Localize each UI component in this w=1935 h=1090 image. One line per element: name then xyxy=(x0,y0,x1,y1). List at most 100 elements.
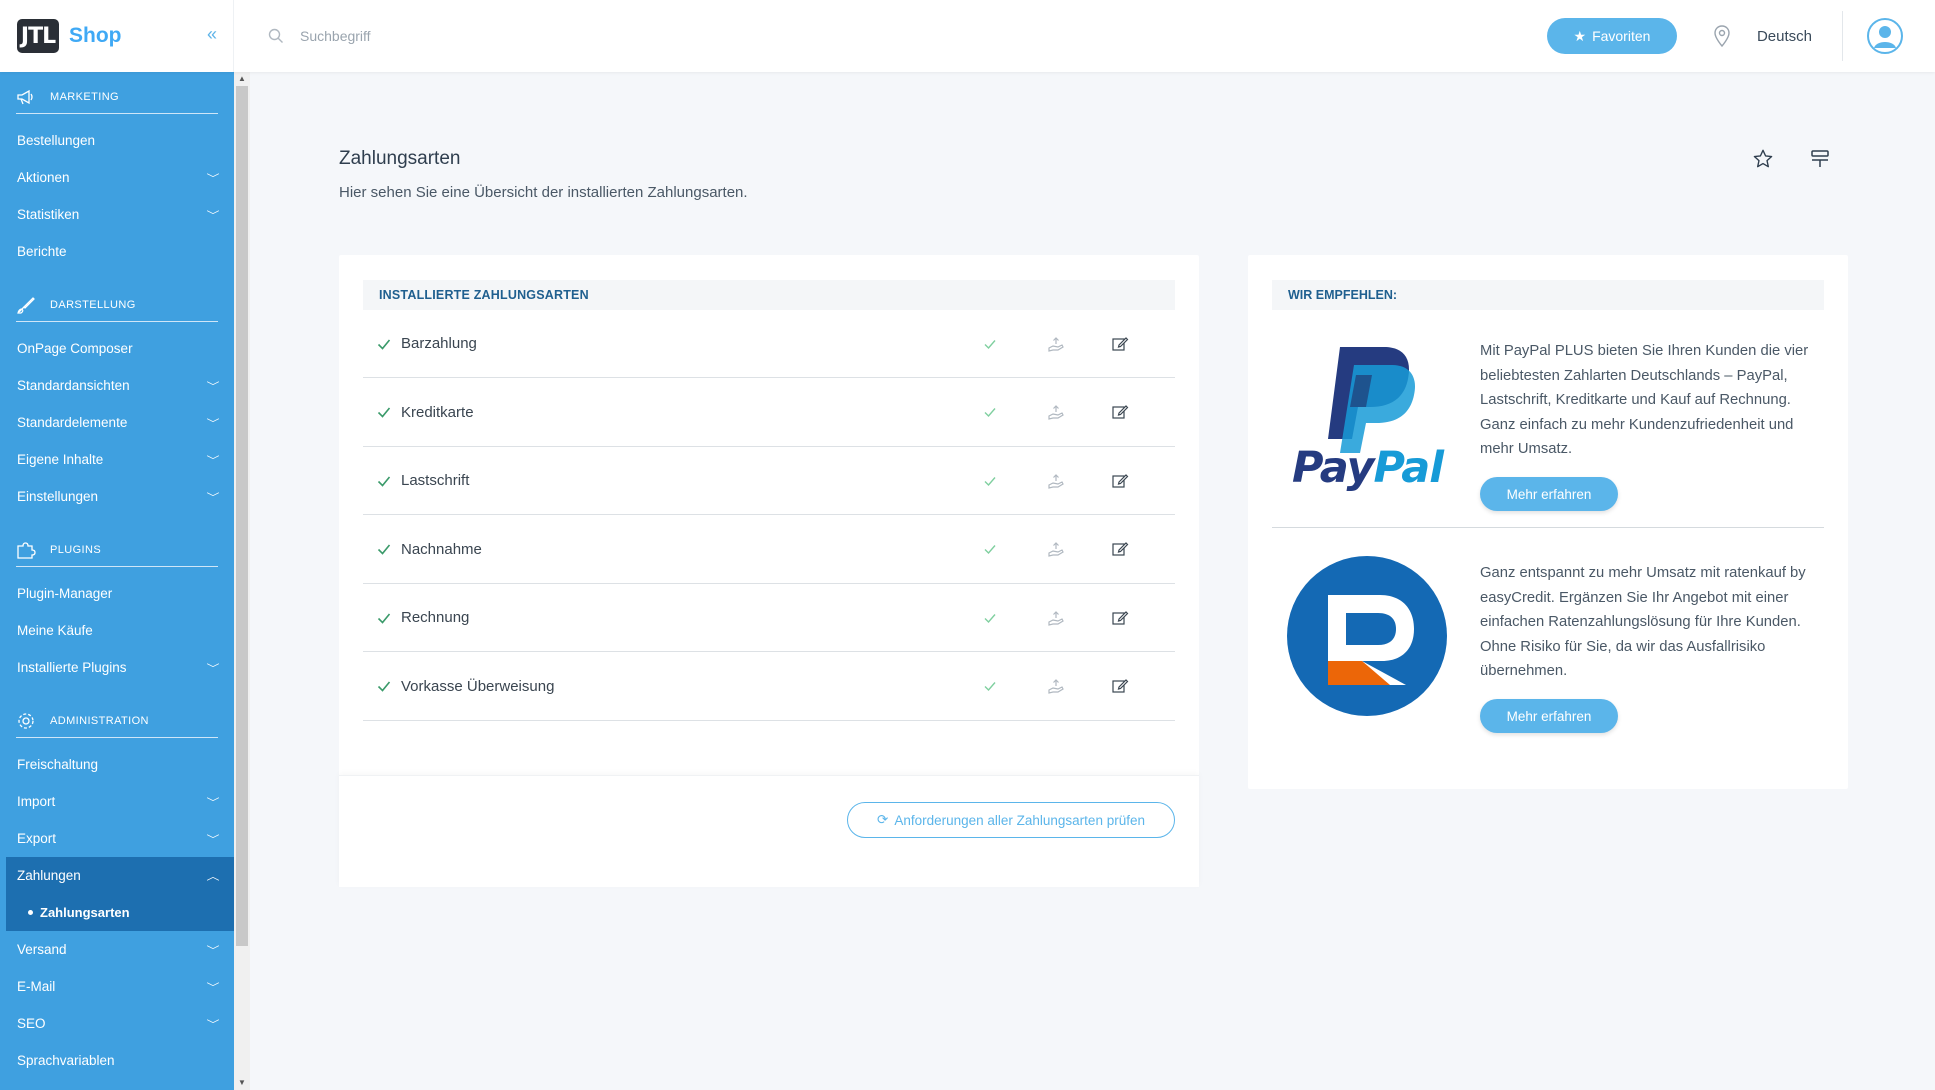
favorites-button[interactable]: ★ Favoriten xyxy=(1546,18,1677,54)
sidebar-section-title: MARKETING xyxy=(50,90,119,103)
edit-icon[interactable] xyxy=(1111,540,1129,558)
sidebar-item-eigene-inhalte[interactable]: Eigene Inhalte ﹀ xyxy=(0,441,234,478)
sidebar-item-standardelemente[interactable]: Standardelemente ﹀ xyxy=(0,404,234,441)
jtl-logo[interactable]: JTL xyxy=(17,19,59,53)
installed-check-icon xyxy=(377,338,391,350)
edit-icon[interactable] xyxy=(1111,472,1129,490)
chevron-down-icon: ﹀ xyxy=(206,419,220,430)
sidebar-item-aktionen[interactable]: Aktionen ﹀ xyxy=(0,159,234,196)
chevron-up-icon: ︿ xyxy=(206,872,220,883)
sidebar-item-label: Standardelemente xyxy=(17,415,128,430)
sidebar-item-plugin-manager[interactable]: Plugin-Manager xyxy=(0,575,234,612)
payment-method-row: Kreditkarte xyxy=(363,379,1175,447)
sidebar-item-import[interactable]: Import ﹀ xyxy=(0,783,234,820)
list-settings-icon[interactable] xyxy=(1810,148,1830,170)
megaphone-icon xyxy=(17,89,33,104)
collapse-sidebar-button[interactable]: « xyxy=(207,24,217,45)
sidebar-item-label: Freischaltung xyxy=(17,757,99,772)
edit-icon[interactable] xyxy=(1111,403,1129,421)
sidebar-item-export[interactable]: Export ﹀ xyxy=(0,820,234,857)
top-bar: JTL Shop « ★ Favoriten Deutsch xyxy=(0,0,1935,72)
chevron-down-icon: ﹀ xyxy=(206,456,220,467)
chevron-down-icon: ﹀ xyxy=(206,174,220,185)
brand: JTL Shop « xyxy=(0,0,234,72)
payment-method-name: Rechnung xyxy=(401,609,470,626)
sidebar-item-meine-käufe[interactable]: Meine Käufe xyxy=(0,612,234,649)
sidebar-item-label: Aktionen xyxy=(17,170,70,185)
search-icon xyxy=(268,28,283,43)
sidebar-item-label: Bestellungen xyxy=(17,133,96,148)
installed-payments-card: INSTALLIERTE ZAHLUNGSARTEN Barzahlung Kre… xyxy=(339,255,1199,887)
payment-method-row: Barzahlung xyxy=(363,310,1175,378)
sidebar-item-label: Zahlungen xyxy=(17,868,81,883)
scroll-up-arrow[interactable]: ▲ xyxy=(234,72,250,86)
location-pin-icon[interactable] xyxy=(1713,25,1731,47)
sidebar-item-sprachvariablen[interactable]: Sprachvariablen xyxy=(0,1042,234,1079)
page-description: Hier sehen Sie eine Übersicht der instal… xyxy=(339,184,748,201)
hand-money-icon[interactable] xyxy=(1047,335,1065,353)
sidebar-item-installierte-plugins[interactable]: Installierte Plugins ﹀ xyxy=(0,649,234,686)
card-footer: ⟳ Anforderungen aller Zahlungsarten prüf… xyxy=(339,775,1199,887)
easycredit-description: Ganz entspannt zu mehr Umsatz mit ratenk… xyxy=(1480,565,1806,679)
sidebar-item-label: Meine Käufe xyxy=(17,623,93,638)
installed-check-icon xyxy=(377,544,391,555)
hand-money-icon[interactable] xyxy=(1047,540,1065,558)
search-input[interactable] xyxy=(300,28,700,44)
sidebar-item-berichte[interactable]: Berichte xyxy=(0,233,234,270)
sidebar-item-standardansichten[interactable]: Standardansichten ﹀ xyxy=(0,367,234,404)
search-bar xyxy=(268,28,1547,44)
hand-money-icon[interactable] xyxy=(1047,677,1065,695)
paypal-word-part-pal: Pal xyxy=(1373,443,1445,493)
payment-method-name: Kreditkarte xyxy=(401,403,474,421)
sidebar-item-versand[interactable]: Versand ﹀ xyxy=(0,931,234,968)
sidebar-scrollbar[interactable]: ▲ ▼ xyxy=(234,72,250,1090)
sidebar-item-label: E-Mail xyxy=(17,979,56,994)
payment-method-row: Nachnahme xyxy=(363,516,1175,584)
hand-money-icon[interactable] xyxy=(1047,403,1065,421)
language-selector[interactable]: Deutsch xyxy=(1757,28,1812,45)
add-favorite-star-icon[interactable] xyxy=(1752,148,1774,170)
gear-icon xyxy=(18,712,34,729)
installed-check-icon xyxy=(377,407,391,418)
sidebar-section-title: DARSTELLUNG xyxy=(50,298,136,311)
payment-method-name: Vorkasse Überweisung xyxy=(401,677,555,695)
sidebar-item-einstellungen[interactable]: Einstellungen ﹀ xyxy=(0,478,234,515)
chevron-down-icon: ﹀ xyxy=(206,946,220,957)
edit-icon[interactable] xyxy=(1111,335,1129,353)
scroll-thumb[interactable] xyxy=(236,86,248,946)
sidebar-subitem-zahlungsarten[interactable]: Zahlungsarten xyxy=(6,894,234,931)
puzzle-icon xyxy=(17,541,36,559)
scroll-down-arrow[interactable]: ▼ xyxy=(234,1076,250,1090)
sidebar-item-zahlungen[interactable]: Zahlungen ︿ xyxy=(6,857,234,894)
sidebar-item-onpage-composer[interactable]: OnPage Composer xyxy=(0,330,234,367)
status-check-icon xyxy=(984,613,996,623)
paypal-wordmark: PayPal xyxy=(1292,443,1445,493)
sidebar-item-freischaltung[interactable]: Freischaltung xyxy=(0,746,234,783)
hand-money-icon[interactable] xyxy=(1047,472,1065,490)
favorites-label: Favoriten xyxy=(1592,28,1651,44)
user-avatar-icon[interactable] xyxy=(1867,18,1903,54)
bullet-icon xyxy=(28,910,33,915)
edit-icon[interactable] xyxy=(1111,609,1129,627)
edit-icon[interactable] xyxy=(1111,677,1129,695)
refresh-icon: ⟳ xyxy=(877,812,889,827)
sidebar-item-seo[interactable]: SEO ﹀ xyxy=(0,1005,234,1042)
sidebar-item-statistiken[interactable]: Statistiken ﹀ xyxy=(0,196,234,233)
status-check-icon xyxy=(984,682,996,692)
header-divider xyxy=(1842,11,1843,61)
sidebar-item-e-mail[interactable]: E-Mail ﹀ xyxy=(0,968,234,1005)
paypal-description: Mit PayPal PLUS bieten Sie Ihren Kunden … xyxy=(1480,343,1809,457)
shop-logo-text[interactable]: Shop xyxy=(69,24,122,48)
check-all-requirements-button[interactable]: ⟳ Anforderungen aller Zahlungsarten prüf… xyxy=(847,802,1175,838)
installed-check-icon xyxy=(377,475,391,487)
chevron-down-icon: ﹀ xyxy=(206,798,220,809)
chevron-down-icon: ﹀ xyxy=(206,1020,220,1031)
sidebar-item-bestellungen[interactable]: Bestellungen xyxy=(0,122,234,159)
easycredit-more-button[interactable]: Mehr erfahren xyxy=(1480,699,1618,733)
sidebar-item-label: Import xyxy=(17,794,56,809)
paypal-more-button[interactable]: Mehr erfahren xyxy=(1480,477,1618,511)
hand-money-icon[interactable] xyxy=(1047,609,1065,627)
installed-payments-heading: INSTALLIERTE ZAHLUNGSARTEN xyxy=(363,280,1175,310)
sidebar-item-label: Statistiken xyxy=(17,207,80,222)
paypal-word-part-pay: Pay xyxy=(1292,443,1374,493)
